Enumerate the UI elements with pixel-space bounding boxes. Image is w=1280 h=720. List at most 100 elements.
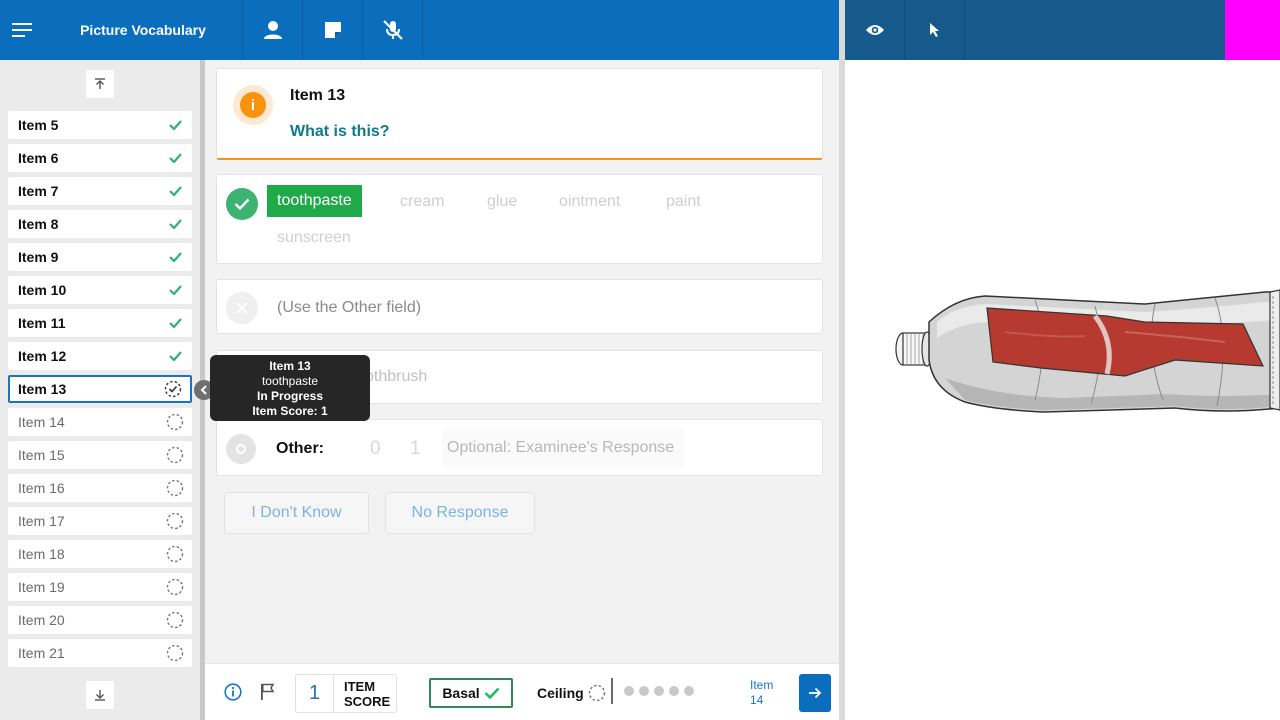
mute-button[interactable] xyxy=(363,0,423,60)
sidebar-item[interactable]: Item 16 xyxy=(8,474,192,502)
sidebar-item[interactable]: Item 18 xyxy=(8,540,192,568)
progress-dot xyxy=(639,686,649,696)
ceiling-progress-dots xyxy=(624,686,694,696)
person-icon xyxy=(263,21,282,39)
stimulus-toolbar xyxy=(845,0,1280,60)
sidebar-item[interactable]: Item 10 xyxy=(8,276,192,304)
sidebar-item[interactable]: Item 15 xyxy=(8,441,192,469)
examinee-button[interactable] xyxy=(243,0,303,60)
toothpaste-tube-image xyxy=(895,289,1280,413)
pending-icon xyxy=(166,446,184,464)
sidebar-item-label: Item 10 xyxy=(18,282,67,298)
dont-know-button[interactable]: I Don't Know xyxy=(224,492,369,534)
other-response-card: Other: 0 1 xyxy=(216,419,823,476)
flag-icon xyxy=(261,683,275,700)
pending-icon xyxy=(166,644,184,662)
sidebar-item[interactable]: Item 13 xyxy=(8,375,192,403)
note-icon xyxy=(324,22,341,38)
arrow-to-bottom-icon xyxy=(95,690,105,701)
pending-icon xyxy=(166,611,184,629)
basal-badge: Basal xyxy=(429,678,513,708)
sidebar-item[interactable]: Item 5 xyxy=(8,111,192,139)
check-icon xyxy=(166,149,184,167)
option-chip-glue[interactable]: glue xyxy=(487,193,517,211)
sidebar-item[interactable]: Item 8 xyxy=(8,210,192,238)
ceiling-label: Ceiling xyxy=(537,685,584,701)
tooltip-item: Item 13 xyxy=(269,359,311,373)
question-prompt: What is this? xyxy=(290,123,390,140)
question-card: i Item 13 What is this? xyxy=(216,68,823,160)
check-icon xyxy=(166,248,184,266)
sidebar-item[interactable]: Item 20 xyxy=(8,606,192,634)
item-info-button[interactable] xyxy=(224,683,242,706)
incorrect-score-button[interactable] xyxy=(226,292,258,324)
sidebar-item-label: Item 9 xyxy=(18,249,59,265)
pending-icon xyxy=(166,479,184,497)
mic-off-icon xyxy=(382,20,403,40)
sidebar-item-label: Item 5 xyxy=(18,117,59,133)
flag-item-button[interactable] xyxy=(260,683,276,706)
eye-icon xyxy=(865,25,884,35)
sidebar-item-label: Item 16 xyxy=(18,480,65,496)
footer-bar: 1 ITEM SCORE Basal Ceiling Item 14 xyxy=(205,663,839,720)
chevron-left-icon xyxy=(200,385,207,395)
incorrect-response-card: (Use the Other field) xyxy=(216,279,823,334)
notes-button[interactable] xyxy=(303,0,363,60)
pending-icon xyxy=(588,684,605,702)
sidebar-item[interactable]: Item 17 xyxy=(8,507,192,535)
check-icon xyxy=(166,215,184,233)
pending-icon xyxy=(166,413,184,431)
sidebar-item-label: Item 18 xyxy=(18,546,65,562)
item-score-label-line1: ITEM xyxy=(344,679,376,694)
pointer-icon xyxy=(929,23,939,37)
tooltip-status: In Progress xyxy=(256,389,324,403)
check-icon xyxy=(234,198,250,210)
sidebar-item[interactable]: Item 9 xyxy=(8,243,192,271)
sidebar-item[interactable]: Item 7 xyxy=(8,177,192,205)
info-badge: i xyxy=(233,85,273,125)
sidebar-item[interactable]: Item 11 xyxy=(8,309,192,337)
item-score-label: ITEM SCORE xyxy=(334,675,390,712)
item-list[interactable]: Item 5 Item 6 Item 7 Item 8 Item 9 Item 10 Ite… xyxy=(8,105,192,675)
progress-dot xyxy=(654,686,664,696)
other-score-button[interactable] xyxy=(226,434,256,464)
scroll-bottom-button[interactable] xyxy=(86,681,114,709)
progress-dot xyxy=(624,686,634,696)
sidebar-item-label: Item 6 xyxy=(18,150,59,166)
next-item-button[interactable] xyxy=(799,674,831,712)
sidebar-item[interactable]: Item 12 xyxy=(8,342,192,370)
option-chip-ointment[interactable]: ointment xyxy=(559,193,620,211)
pointer-button[interactable] xyxy=(905,0,965,60)
option-chip-toothpaste[interactable]: toothpaste xyxy=(267,185,362,217)
item-tooltip: Item 13 toothpaste In Progress Item Scor… xyxy=(210,355,370,421)
info-outline-icon xyxy=(224,683,242,701)
sidebar-item[interactable]: Item 19 xyxy=(8,573,192,601)
sidebar-item-label: Item 7 xyxy=(18,183,59,199)
option-chip-sunscreen[interactable]: sunscreen xyxy=(277,229,351,247)
status-indicator xyxy=(1225,0,1280,60)
sidebar-item[interactable]: Item 14 xyxy=(8,408,192,436)
sidebar-item-label: Item 17 xyxy=(18,513,65,529)
correct-score-button[interactable] xyxy=(226,188,258,220)
sidebar-item-label: Item 11 xyxy=(18,315,66,331)
sidebar-item[interactable]: Item 21 xyxy=(8,639,192,667)
sidebar-item-label: Item 12 xyxy=(18,348,67,364)
scroll-top-button[interactable] xyxy=(86,70,114,98)
sidebar-item[interactable]: Item 6 xyxy=(8,144,192,172)
check-icon xyxy=(166,182,184,200)
sidebar-item-label: Item 8 xyxy=(18,216,59,232)
other-score-1[interactable]: 1 xyxy=(410,438,421,460)
option-chip-cream[interactable]: cream xyxy=(400,193,444,211)
pending-icon xyxy=(166,578,184,596)
other-score-0[interactable]: 0 xyxy=(370,438,381,460)
incorrect-response-text[interactable]: (Use the Other field) xyxy=(277,299,421,317)
item-sidebar: Item 5 Item 6 Item 7 Item 8 Item 9 Item 10 Ite… xyxy=(0,60,200,720)
alternate-response-text[interactable]: othbrush xyxy=(365,368,427,386)
menu-button[interactable] xyxy=(0,0,44,60)
option-chip-paint[interactable]: paint xyxy=(666,193,701,211)
no-response-button[interactable]: No Response xyxy=(385,492,535,534)
other-label: Other: xyxy=(276,440,324,457)
preview-button[interactable] xyxy=(845,0,905,60)
menu-icon xyxy=(12,23,32,37)
examinee-response-input[interactable] xyxy=(442,429,684,467)
